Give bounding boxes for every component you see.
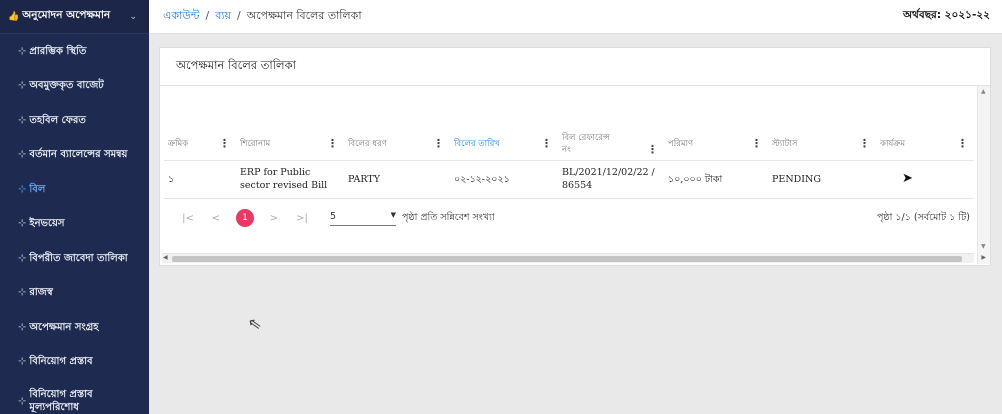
column-menu-icon[interactable]: ⋮ — [219, 137, 232, 150]
branch-icon: ⊹ — [18, 218, 27, 230]
sidebar-item-label: রাজস্ব — [29, 287, 53, 299]
scrollbar-thumb[interactable] — [172, 256, 962, 262]
first-page-button[interactable]: |< — [174, 213, 202, 224]
sidebar-header-label: অনুমোদন অপেক্ষমান — [22, 9, 111, 21]
cell-action: ➤ — [876, 160, 974, 199]
table-scroll-area: ▲ ▼ ক্রমিক ⋮ শিরোনাম ⋮ বিলের ধরণ ⋮ বিলের তা… — [160, 86, 990, 265]
cell-status: PENDING — [768, 160, 876, 199]
paginator: |< < 1 > >| 5 ▼ পৃষ্ঠা প্রতি সন্নিবেশ সং… — [174, 204, 970, 232]
sidebar-item-label: বিপরীত জাবেদা তালিকা — [29, 252, 128, 264]
breadcrumb-current: অপেক্ষমান বিলের তালিকা — [246, 9, 362, 22]
sidebar: 👍 অনুমোদন অপেক্ষমান ⌄ ⊹ প্রারম্ভিক স্থিতি… — [0, 0, 149, 414]
sidebar-item-investment-proposal[interactable]: ⊹ বিনিয়োগ প্রস্তাব — [0, 345, 149, 380]
scroll-down-icon[interactable]: ▼ — [981, 243, 986, 250]
last-page-button[interactable]: >| — [288, 213, 316, 224]
breadcrumb-separator: / — [205, 9, 210, 22]
breadcrumb-expense-link[interactable]: ব্যয় — [215, 9, 231, 22]
column-header: শিরোনাম ⋮ — [236, 128, 344, 161]
chevron-down-icon: ⌄ — [129, 11, 137, 22]
thumbs-up-icon: 👍 — [8, 11, 20, 22]
table-row: ১ ERP for Public sector revised Bill PAR… — [164, 160, 974, 199]
next-page-button[interactable]: > — [260, 213, 288, 224]
branch-icon: ⊹ — [18, 356, 27, 368]
column-header: পরিমাণ ⋮ — [664, 128, 768, 161]
prev-page-button[interactable]: < — [202, 213, 230, 224]
sidebar-item-invoice[interactable]: ⊹ ইনভয়েস — [0, 207, 149, 242]
branch-icon: ⊹ — [18, 321, 27, 333]
column-header: বিলের ধরণ ⋮ — [344, 128, 450, 161]
sidebar-item-investment-payment[interactable]: ⊹ বিনিয়োগ প্রস্তাব মূল্যপরিশোধ — [0, 379, 149, 414]
rows-per-page-label: পৃষ্ঠা প্রতি সন্নিবেশ সংখ্যা — [402, 211, 495, 223]
column-menu-icon[interactable]: ⋮ — [433, 137, 446, 150]
sidebar-item-reverse-journal[interactable]: ⊹ বিপরীত জাবেদা তালিকা — [0, 241, 149, 276]
column-menu-icon[interactable]: ⋮ — [541, 137, 554, 150]
column-menu-icon[interactable]: ⋮ — [327, 137, 340, 150]
breadcrumb-account-link[interactable]: একাউন্ট — [163, 9, 199, 22]
column-header: ক্রমিক ⋮ — [164, 128, 236, 161]
pending-bills-card: অপেক্ষমান বিলের তালিকা ▲ ▼ ক্রমিক ⋮ শিরোন… — [159, 47, 991, 266]
vertical-scrollbar[interactable]: ▲ ▼ — [977, 86, 990, 264]
sidebar-item-label: বর্তমান ব্যালেন্সের সমন্বয় — [29, 149, 128, 161]
branch-icon: ⊹ — [18, 149, 27, 161]
sidebar-item-label: তহবিল ফেরত — [29, 114, 86, 126]
sidebar-item-fund-return[interactable]: ⊹ তহবিল ফেরত — [0, 103, 149, 138]
sidebar-header-pending-approval[interactable]: 👍 অনুমোদন অপেক্ষমান ⌄ — [0, 0, 149, 34]
column-menu-icon[interactable]: ⋮ — [859, 137, 872, 150]
breadcrumb: একাউন্ট / ব্যয় / অপেক্ষমান বিলের তালিকা — [163, 7, 362, 26]
branch-icon: ⊹ — [18, 395, 27, 407]
branch-icon: ⊹ — [18, 183, 27, 195]
cell-serial: ১ — [164, 160, 236, 199]
scroll-up-icon[interactable]: ▲ — [981, 88, 986, 95]
sidebar-item-bill[interactable]: ⊹ বিল — [0, 172, 149, 207]
fiscal-year-label: অর্থবছর: ২০২১-২২ — [902, 9, 990, 21]
sidebar-item-label: বিল — [29, 183, 46, 195]
branch-icon: ⊹ — [18, 252, 27, 264]
horizontal-scrollbar[interactable]: ◀ ▶ — [162, 253, 986, 263]
column-header: কার্যক্রম ⋮ — [876, 128, 974, 161]
branch-icon: ⊹ — [18, 287, 27, 299]
table-header-row: ক্রমিক ⋮ শিরোনাম ⋮ বিলের ধরণ ⋮ বিলের তারিখ ⋮… — [164, 128, 974, 161]
cell-reference: BL/2021/12/02/22 /86554 — [558, 160, 664, 199]
cell-title: ERP for Public sector revised Bill — [236, 160, 344, 199]
sidebar-item-revenue[interactable]: ⊹ রাজস্ব — [0, 276, 149, 311]
dropdown-caret-icon: ▼ — [390, 210, 396, 219]
current-page-button[interactable]: 1 — [236, 209, 254, 227]
sidebar-item-label: ইনভয়েস — [29, 218, 65, 230]
sidebar-item-label: বিনিয়োগ প্রস্তাব — [29, 356, 93, 368]
sidebar-item-balance-adjustment[interactable]: ⊹ বর্তমান ব্যালেন্সের সমন্বয় — [0, 138, 149, 173]
cell-bill-type: PARTY — [344, 160, 450, 199]
breadcrumb-separator: / — [237, 9, 241, 22]
top-bar: একাউন্ট / ব্যয় / অপেক্ষমান বিলের তালিকা অর্… — [149, 0, 1002, 34]
rows-per-page-select[interactable]: 5 ▼ — [330, 211, 396, 226]
column-menu-icon[interactable]: ⋮ — [751, 137, 764, 150]
cell-amount: ১০,০০০ টাকা — [664, 160, 768, 199]
sidebar-item-label: অপেক্ষমান সংগ্রহ — [29, 321, 99, 333]
card-title: অপেক্ষমান বিলের তালিকা — [160, 48, 990, 86]
send-icon[interactable]: ➤ — [902, 171, 913, 186]
sidebar-item-opening-balance[interactable]: ⊹ প্রারম্ভিক স্থিতি — [0, 34, 149, 69]
bills-table: ক্রমিক ⋮ শিরোনাম ⋮ বিলের ধরণ ⋮ বিলের তারিখ ⋮… — [164, 128, 974, 199]
sidebar-item-label: প্রারম্ভিক স্থিতি — [29, 45, 87, 57]
branch-icon: ⊹ — [18, 45, 27, 57]
sidebar-item-released-budget[interactable]: ⊹ অবমুক্তকৃত বাজেট — [0, 69, 149, 104]
branch-icon: ⊹ — [18, 80, 27, 92]
column-menu-icon[interactable]: ⋮ — [957, 137, 970, 150]
column-header: বিল রেফারেন্স নং ⋮ — [558, 128, 664, 161]
sidebar-item-label: অবমুক্তকৃত বাজেট — [29, 80, 104, 92]
page-info: পৃষ্ঠা ১/১ (সর্বমোট ১ টি) — [876, 211, 970, 223]
branch-icon: ⊹ — [18, 114, 27, 126]
column-menu-icon[interactable]: ⋮ — [647, 143, 660, 156]
sidebar-item-label: বিনিয়োগ প্রস্তাব মূল্যপরিশোধ — [29, 389, 93, 413]
column-header: বিলের তারিখ ⋮ — [450, 128, 558, 161]
scroll-left-icon[interactable]: ◀ — [163, 254, 168, 261]
scroll-right-icon[interactable]: ▶ — [981, 254, 986, 261]
column-header: স্ট্যাটাস ⋮ — [768, 128, 876, 161]
mouse-cursor-icon: ⇖ — [246, 312, 263, 335]
cell-bill-date: ০২-১২-২০২১ — [450, 160, 558, 199]
sidebar-item-pending-collection[interactable]: ⊹ অপেক্ষমান সংগ্রহ — [0, 310, 149, 345]
